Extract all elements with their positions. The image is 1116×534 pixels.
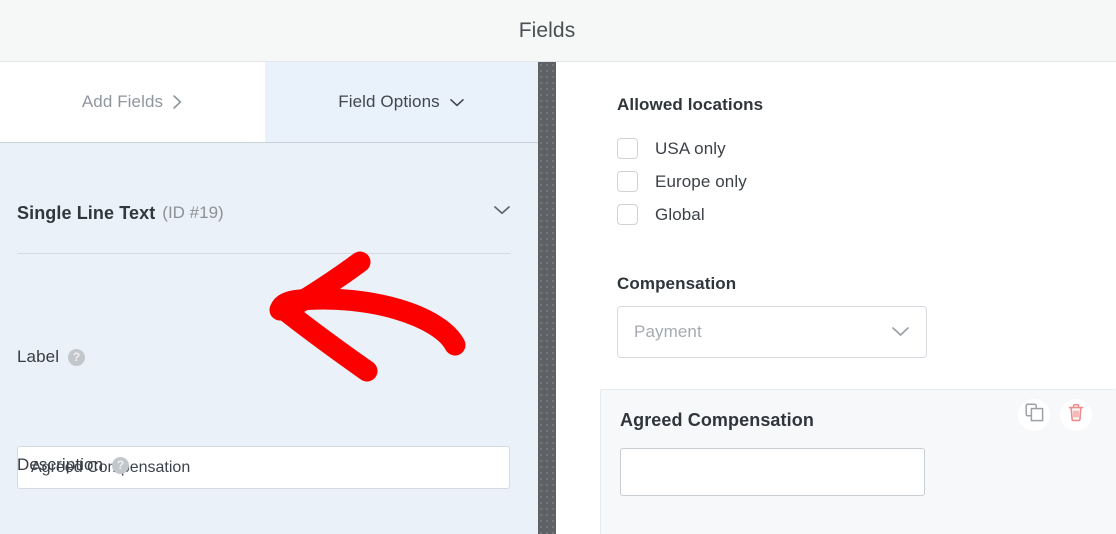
- field-id-label: (ID #19): [162, 203, 224, 222]
- checkbox-box[interactable]: [617, 138, 638, 159]
- checkbox-label: USA only: [655, 138, 726, 158]
- tab-add-fields-label: Add Fields: [81, 92, 164, 111]
- panel-resize-handle[interactable]: [538, 62, 556, 534]
- duplicate-field-button[interactable]: [1018, 399, 1050, 431]
- builder-left-panel: Add Fields Field Options Single Line Tex…: [0, 62, 538, 534]
- panel-tabs: Add Fields Field Options: [0, 62, 538, 143]
- checkbox-label: Global: [655, 204, 705, 224]
- compensation-select-value: Payment: [634, 322, 702, 341]
- tab-field-options[interactable]: Field Options: [265, 62, 538, 142]
- duplicate-icon: [1024, 403, 1044, 427]
- compensation-heading: Compensation: [617, 274, 737, 293]
- checkbox-box[interactable]: [617, 204, 638, 225]
- delete-field-button[interactable]: [1060, 399, 1092, 431]
- compensation-select[interactable]: Payment: [617, 306, 927, 358]
- checkbox-label: Europe only: [655, 171, 747, 191]
- page-header: Fields: [0, 0, 1116, 62]
- checkbox-europe-only[interactable]: Europe only: [617, 168, 937, 195]
- tab-add-fields[interactable]: Add Fields: [0, 62, 265, 142]
- tab-field-options-label: Field Options: [338, 92, 440, 111]
- checkbox-box[interactable]: [617, 171, 638, 192]
- form-builder-screen: Fields Add Fields Field Options Single L…: [0, 0, 1116, 534]
- chevron-down-icon[interactable]: [493, 203, 511, 221]
- field-preview-title: Agreed Compensation: [620, 410, 814, 430]
- field-header-row[interactable]: Single Line Text (ID #19): [17, 196, 511, 230]
- field-preview-card[interactable]: Agreed Compensation: [600, 389, 1116, 534]
- chevron-down-icon: [449, 97, 465, 108]
- checkbox-usa-only[interactable]: USA only: [617, 135, 937, 162]
- field-type-name: Single Line Text: [17, 202, 156, 223]
- section-divider: [17, 253, 511, 254]
- field-options-body: Single Line Text (ID #19) Label ? Descri…: [0, 143, 538, 534]
- chevron-right-icon: [172, 94, 183, 110]
- description-option-label: Description ?: [17, 455, 130, 475]
- label-option-label: Label ?: [17, 347, 86, 367]
- trash-icon: [1067, 403, 1085, 427]
- checkbox-global[interactable]: Global: [617, 201, 937, 228]
- help-circle-icon[interactable]: ?: [112, 456, 130, 474]
- form-preview-panel: Allowed locations USA only Europe only G…: [556, 62, 1116, 534]
- help-circle-icon[interactable]: ?: [68, 348, 86, 366]
- description-option-text: Description: [17, 455, 104, 474]
- chevron-down-icon: [891, 325, 910, 343]
- allowed-locations-heading: Allowed locations: [617, 95, 764, 114]
- label-option-text: Label: [17, 347, 60, 366]
- field-card-actions: [1018, 399, 1092, 431]
- field-preview-input[interactable]: [620, 448, 925, 496]
- page-title: Fields: [518, 18, 576, 42]
